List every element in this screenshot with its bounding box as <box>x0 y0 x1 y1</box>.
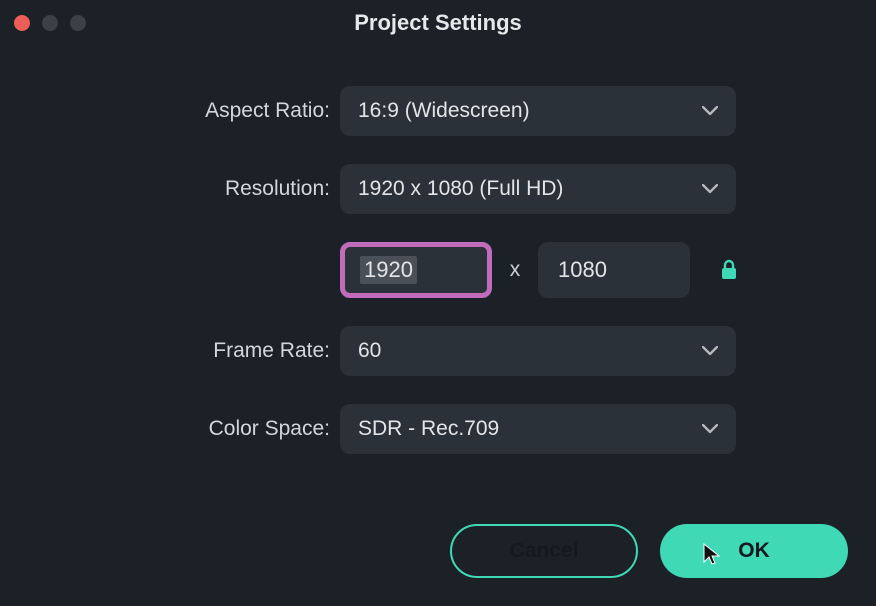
color-space-select[interactable]: SDR - Rec.709 <box>340 404 736 454</box>
height-value: 1080 <box>558 257 607 283</box>
resolution-row: Resolution: 1920 x 1080 (Full HD) <box>130 164 746 214</box>
aspect-ratio-row: Aspect Ratio: 16:9 (Widescreen) <box>130 86 746 136</box>
resolution-label: Resolution: <box>130 177 330 201</box>
chevron-down-icon <box>702 346 718 356</box>
chevron-down-icon <box>702 184 718 194</box>
minimize-window-button[interactable] <box>42 15 58 31</box>
window-controls <box>14 15 86 31</box>
titlebar: Project Settings <box>0 0 876 46</box>
ok-button[interactable]: OK <box>660 524 848 578</box>
resolution-select[interactable]: 1920 x 1080 (Full HD) <box>340 164 736 214</box>
zoom-window-button[interactable] <box>70 15 86 31</box>
resolution-value: 1920 x 1080 (Full HD) <box>358 177 563 201</box>
aspect-ratio-label: Aspect Ratio: <box>130 99 330 123</box>
width-value: 1920 <box>360 256 417 284</box>
ok-button-label: OK <box>738 539 770 563</box>
frame-rate-value: 60 <box>358 339 381 363</box>
frame-rate-label: Frame Rate: <box>130 339 330 363</box>
settings-form: Aspect Ratio: 16:9 (Widescreen) Resoluti… <box>0 46 876 454</box>
frame-rate-select[interactable]: 60 <box>340 326 736 376</box>
width-input[interactable]: 1920 <box>340 242 492 298</box>
aspect-ratio-value: 16:9 (Widescreen) <box>358 99 530 123</box>
cancel-button-label: Cancel <box>510 539 579 563</box>
resolution-custom-row: 1920 x 1080 <box>130 242 746 298</box>
dialog-buttons: Cancel OK <box>450 524 848 578</box>
dimension-separator: x <box>506 258 524 282</box>
cancel-button[interactable]: Cancel <box>450 524 638 578</box>
color-space-value: SDR - Rec.709 <box>358 417 499 441</box>
chevron-down-icon <box>702 424 718 434</box>
lock-aspect-icon[interactable] <box>720 259 738 281</box>
aspect-ratio-select[interactable]: 16:9 (Widescreen) <box>340 86 736 136</box>
chevron-down-icon <box>702 106 718 116</box>
window-title: Project Settings <box>354 10 521 36</box>
cursor-icon <box>702 542 722 568</box>
close-window-button[interactable] <box>14 15 30 31</box>
height-input[interactable]: 1080 <box>538 242 690 298</box>
frame-rate-row: Frame Rate: 60 <box>130 326 746 376</box>
color-space-label: Color Space: <box>130 417 330 441</box>
color-space-row: Color Space: SDR - Rec.709 <box>130 404 746 454</box>
